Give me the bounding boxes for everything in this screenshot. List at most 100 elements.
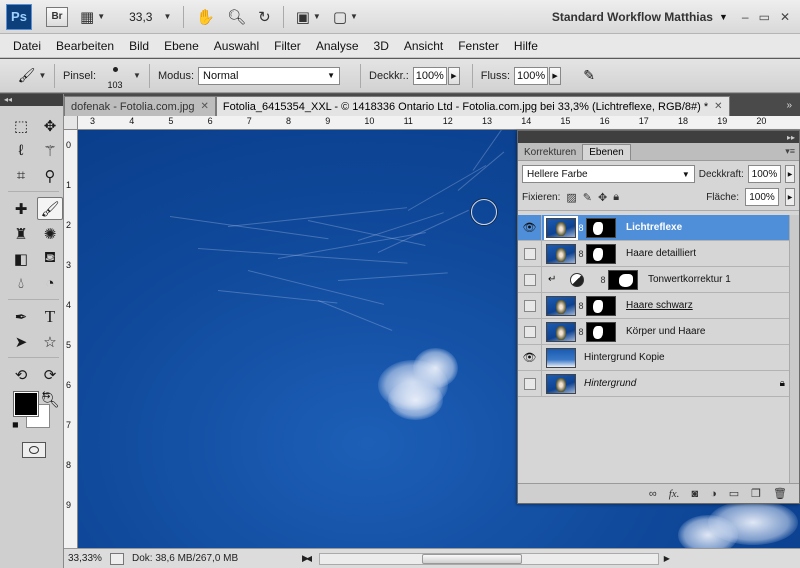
menu-auswahl[interactable]: Auswahl bbox=[214, 39, 259, 53]
history-brush-tool[interactable]: ✺ bbox=[37, 222, 63, 245]
visibility-toggle[interactable] bbox=[518, 240, 542, 267]
clone-stamp-tool[interactable]: ♜ bbox=[8, 222, 34, 245]
scrollbar-thumb[interactable] bbox=[421, 553, 522, 564]
bridge-button[interactable]: Br bbox=[46, 6, 68, 27]
quick-selection-tool[interactable]: ⚚ bbox=[37, 139, 63, 162]
link-layers-icon[interactable]: ∞ bbox=[649, 488, 657, 500]
panel-collapse-icon[interactable]: ▸▸ bbox=[518, 131, 799, 143]
layer-style-icon[interactable]: fx. bbox=[669, 488, 680, 500]
menu-ansicht[interactable]: Ansicht bbox=[404, 39, 443, 53]
menu-datei[interactable]: Datei bbox=[13, 39, 41, 53]
3d-orbit-tool[interactable]: ⟳ bbox=[37, 363, 63, 386]
menu-bearbeiten[interactable]: Bearbeiten bbox=[56, 39, 114, 53]
link-chain-icon[interactable]: 8 bbox=[598, 275, 608, 285]
minimize-icon[interactable]: – bbox=[742, 10, 749, 24]
layer-thumbnail[interactable] bbox=[546, 321, 576, 342]
zoom-tool-button[interactable]: 🔍︎ bbox=[227, 8, 246, 26]
brush-preset-picker[interactable]: 103 bbox=[100, 62, 130, 90]
paint-bucket-tool[interactable]: ⛾ bbox=[37, 247, 63, 270]
type-tool[interactable]: T bbox=[37, 305, 63, 328]
scroll-left-icon[interactable]: ◀ bbox=[306, 554, 312, 563]
scroll-right-icon[interactable]: ▶ bbox=[664, 554, 670, 563]
view-extras-button[interactable]: ▦ ▼ bbox=[80, 8, 105, 26]
flow-slider-button[interactable]: ▶ bbox=[549, 66, 562, 85]
layer-thumbnail[interactable] bbox=[546, 373, 576, 394]
3d-rotate-tool[interactable]: ⟲ bbox=[8, 363, 34, 386]
layer-mask-thumbnail[interactable] bbox=[608, 269, 638, 290]
vertical-ruler[interactable]: 0 1 2 3 4 5 6 7 8 9 bbox=[64, 130, 78, 548]
adjustment-layer-icon[interactable] bbox=[570, 272, 584, 287]
layer-row-koerper-und-haare[interactable]: 8 Körper und Haare bbox=[518, 318, 799, 345]
layer-row-haare-detailliert[interactable]: 8 Haare detailliert bbox=[518, 240, 799, 267]
layer-thumbnail[interactable] bbox=[544, 215, 578, 240]
brush-tool[interactable]: 🖌︎ bbox=[37, 197, 63, 220]
layer-thumbnail[interactable] bbox=[546, 295, 576, 316]
visibility-toggle[interactable]: 👁︎ bbox=[518, 214, 542, 241]
layer-mask-thumbnail[interactable] bbox=[586, 217, 616, 238]
eyedropper-tool[interactable]: ⚲ bbox=[37, 164, 63, 187]
visibility-toggle[interactable] bbox=[518, 370, 542, 397]
new-adjustment-icon[interactable]: ◑ bbox=[710, 488, 717, 500]
opacity-slider-button[interactable]: ▶ bbox=[785, 165, 795, 183]
lock-position-icon[interactable]: ✥ bbox=[598, 191, 607, 204]
blend-mode-select[interactable]: Hellere Farbe ▼ bbox=[522, 165, 695, 183]
horizontal-ruler[interactable]: 3 4 5 6 7 8 9 10 11 12 13 14 15 16 17 18 19 20 bbox=[78, 116, 800, 130]
shape-tool[interactable]: ☆ bbox=[37, 330, 63, 353]
layer-row-lichtreflexe[interactable]: 👁︎ 8 Lichtreflexe bbox=[518, 214, 799, 241]
opacity-slider-button[interactable]: ▶ bbox=[447, 66, 460, 85]
visibility-toggle[interactable]: 👁︎ bbox=[518, 344, 542, 371]
blur-tool[interactable]: 💧︎ bbox=[8, 272, 34, 295]
menu-ebene[interactable]: Ebene bbox=[164, 39, 199, 53]
menu-bild[interactable]: Bild bbox=[129, 39, 149, 53]
rotate-view-button[interactable]: ↻ bbox=[258, 8, 271, 26]
close-icon[interactable]: ✕ bbox=[780, 10, 790, 24]
new-layer-icon[interactable]: ❐ bbox=[751, 487, 761, 500]
healing-brush-tool[interactable]: ✚ bbox=[8, 197, 34, 220]
layer-name[interactable]: Hintergrund Kopie bbox=[584, 352, 665, 363]
layer-name[interactable]: Haare schwarz bbox=[626, 300, 693, 311]
layer-name[interactable]: Lichtreflexe bbox=[626, 222, 682, 233]
dodge-tool[interactable]: ◔ bbox=[37, 272, 63, 295]
arrange-documents-button[interactable]: ▣ ▼ bbox=[296, 8, 321, 26]
visibility-toggle[interactable] bbox=[518, 292, 542, 319]
layer-name[interactable]: Körper und Haare bbox=[626, 326, 706, 337]
chevron-down-icon[interactable]: ▼ bbox=[133, 71, 141, 80]
layer-row-haare-schwarz[interactable]: 8 Haare schwarz bbox=[518, 292, 799, 319]
visibility-toggle[interactable] bbox=[518, 266, 542, 293]
link-chain-icon[interactable]: 8 bbox=[576, 301, 586, 311]
tab-document-2[interactable]: Fotolia_6415354_XXL - © 1418336 Ontario … bbox=[215, 96, 730, 116]
tab-korrekturen[interactable]: Korrekturen bbox=[518, 145, 582, 160]
ruler-origin[interactable] bbox=[64, 116, 78, 130]
layer-row-hintergrund-kopie[interactable]: 👁︎ Hintergrund Kopie bbox=[518, 344, 799, 371]
layer-fill-input[interactable]: 100% bbox=[745, 188, 779, 206]
visibility-toggle[interactable] bbox=[518, 318, 542, 345]
layer-thumbnail[interactable] bbox=[546, 347, 576, 368]
foreground-color[interactable] bbox=[13, 391, 39, 417]
lock-all-icon[interactable]: 🔒︎ bbox=[613, 191, 619, 204]
link-chain-icon[interactable]: 8 bbox=[576, 223, 586, 233]
path-selection-tool[interactable]: ➤ bbox=[8, 330, 34, 353]
layer-name[interactable]: Tonwertkorrektur 1 bbox=[648, 274, 731, 285]
mode-select[interactable]: Normal ▼ bbox=[198, 66, 341, 85]
tool-preset-picker[interactable]: 🖌︎ ▼ bbox=[18, 65, 47, 87]
status-zoom[interactable]: 33,33% bbox=[64, 553, 110, 564]
layer-mask-thumbnail[interactable] bbox=[586, 321, 616, 342]
layer-opacity-input[interactable]: 100% bbox=[747, 165, 782, 183]
layers-scrollbar[interactable] bbox=[789, 215, 799, 483]
close-icon[interactable]: ✕ bbox=[201, 101, 209, 112]
quick-mask-button[interactable] bbox=[22, 442, 46, 458]
move-tool[interactable]: ✥ bbox=[37, 114, 63, 137]
tab-ebenen[interactable]: Ebenen bbox=[582, 144, 631, 160]
menu-filter[interactable]: Filter bbox=[274, 39, 301, 53]
panel-menu-icon[interactable]: ▾≡ bbox=[785, 146, 795, 157]
lock-transparency-icon[interactable]: ▨ bbox=[566, 191, 576, 204]
lasso-tool[interactable]: ℓ bbox=[8, 139, 34, 162]
fill-slider-button[interactable]: ▶ bbox=[785, 188, 795, 206]
close-icon[interactable]: ✕ bbox=[714, 101, 722, 112]
maximize-icon[interactable]: ▭ bbox=[759, 10, 770, 24]
new-group-icon[interactable]: ▭ bbox=[729, 487, 739, 500]
hand-tool-button[interactable]: ✋ bbox=[196, 8, 215, 26]
layer-name[interactable]: Hintergrund bbox=[584, 378, 636, 389]
eraser-tool[interactable]: ◧ bbox=[8, 247, 34, 270]
workspace-switcher[interactable]: Standard Workflow Matthias bbox=[552, 10, 713, 24]
